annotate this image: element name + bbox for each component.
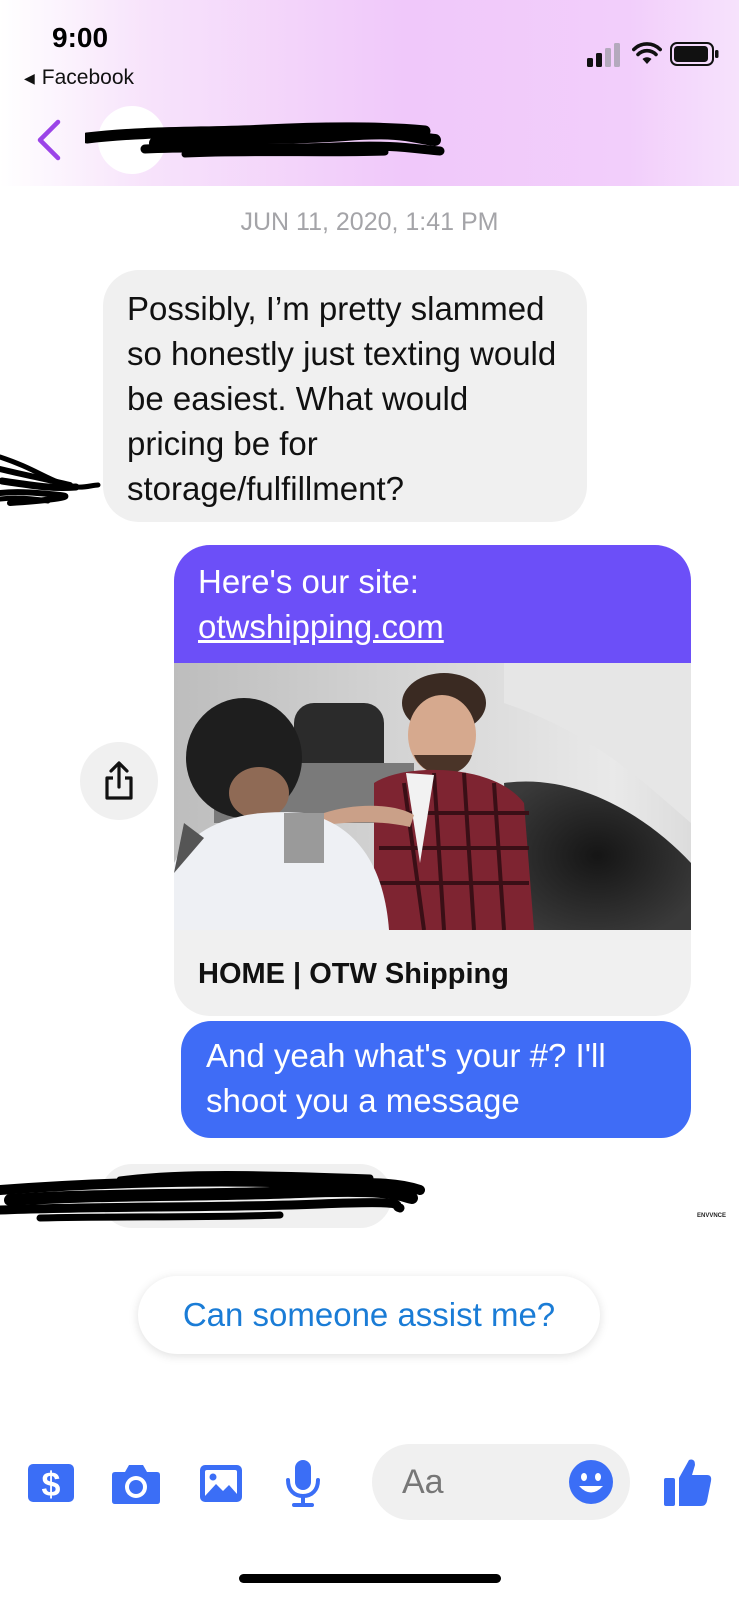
home-indicator[interactable]	[239, 1574, 501, 1583]
camera-icon[interactable]	[111, 1458, 161, 1508]
site-link[interactable]: otwshipping.com	[198, 604, 667, 649]
link-preview-title: HOME | OTW Shipping	[198, 958, 509, 990]
message-input-placeholder: Aa	[402, 1463, 444, 1501]
message-input[interactable]: Aa	[372, 1444, 630, 1520]
payment-icon[interactable]: $	[27, 1458, 75, 1508]
message-timestamp: JUN 11, 2020, 1:41 PM	[240, 208, 499, 236]
status-time: 9:00	[52, 22, 109, 53]
link-message: Here's our site: otwshipping.com	[174, 545, 691, 663]
read-receipt-text: ENVVNCE	[697, 1213, 727, 1219]
link-preview-image[interactable]	[174, 663, 691, 930]
microphone-icon[interactable]	[284, 1458, 322, 1508]
link-intro-text: Here's our site:	[198, 563, 419, 600]
back-to-app-link[interactable]: ◀ Facebook	[24, 66, 134, 90]
chevron-left-icon[interactable]	[34, 118, 64, 162]
back-app-label: Facebook	[41, 66, 135, 89]
share-icon	[105, 761, 133, 800]
gallery-icon[interactable]	[199, 1458, 243, 1508]
svg-text:$: $	[42, 1466, 61, 1504]
battery-icon	[670, 42, 719, 66]
wifi-icon	[632, 42, 662, 64]
chat-header: 9:00 ◀ Facebook	[0, 0, 739, 186]
share-button[interactable]	[80, 742, 158, 820]
outgoing-message-bubble[interactable]: And yeah what's your #? I'll shoot you a…	[181, 1021, 691, 1138]
thumbs-up-icon[interactable]	[663, 1456, 713, 1508]
incoming-message-bubble[interactable]: Possibly, I’m pretty slammed so honestly…	[103, 270, 587, 522]
back-triangle-icon: ◀	[24, 69, 35, 86]
contact-avatar-redacted[interactable]	[85, 105, 455, 180]
sender-avatar-redacted	[0, 454, 101, 506]
cellular-signal-icon	[587, 43, 620, 67]
shared-link-card[interactable]: Here's our site: otwshipping.com HOME | …	[174, 545, 691, 1016]
suggested-reply-button[interactable]: Can someone assist me?	[138, 1276, 600, 1354]
emoji-icon[interactable]	[568, 1459, 614, 1505]
typing-indicator-redacted	[0, 1164, 425, 1228]
